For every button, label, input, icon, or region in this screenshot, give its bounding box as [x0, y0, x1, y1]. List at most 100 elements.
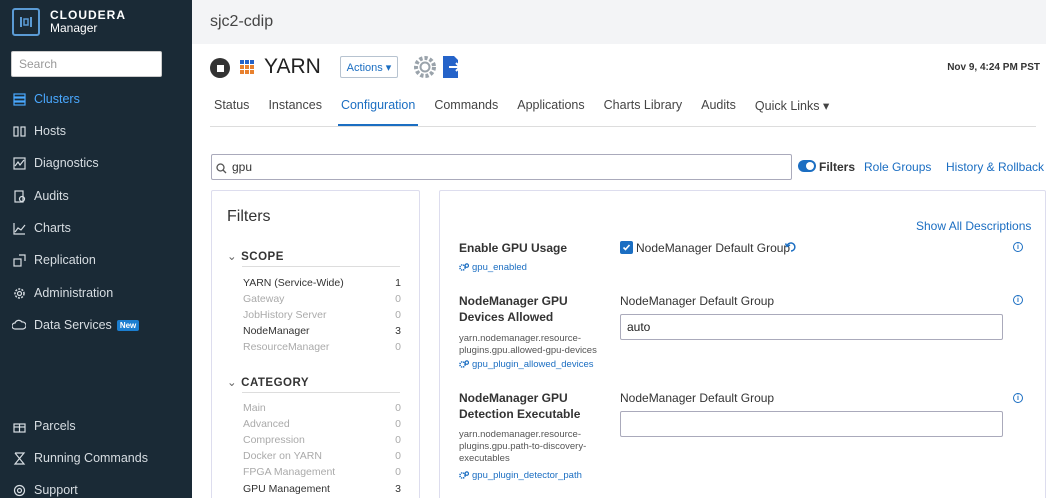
filter-item[interactable]: Compression 0	[243, 434, 401, 446]
filter-item-count: 0	[395, 309, 401, 321]
filter-item-label: YARN (Service-Wide)	[243, 277, 344, 289]
brand-line2: Manager	[50, 21, 98, 35]
tab-configuration[interactable]: Configuration	[337, 98, 419, 126]
filter-item[interactable]: FPGA Management 0	[243, 466, 401, 478]
cloud-icon	[12, 318, 26, 332]
filter-item-count: 0	[395, 341, 401, 353]
filter-item-count: 0	[395, 418, 401, 430]
sidebar-item-audits[interactable]: Audits	[0, 184, 192, 208]
history-rollback-link[interactable]: History & Rollback	[946, 160, 1044, 174]
config-search-input[interactable]: gpu	[211, 154, 792, 180]
sidebar-item-label: Clusters	[34, 92, 80, 106]
filter-item[interactable]: Main 0	[243, 402, 401, 414]
info-icon[interactable]: i	[1013, 242, 1023, 252]
hourglass-icon	[12, 451, 26, 465]
cluster-name[interactable]: sjc2-cdip	[210, 13, 273, 31]
cloudera-logo-icon	[12, 8, 40, 36]
undo-icon[interactable]	[784, 240, 797, 258]
sidebar-item-hosts[interactable]: Hosts	[0, 119, 192, 143]
filter-item-label: FPGA Management	[243, 466, 336, 478]
sidebar-item-data-services[interactable]: Data Services New	[0, 313, 192, 337]
filter-item-count: 0	[395, 402, 401, 414]
gears-icon	[459, 471, 469, 479]
cloudera-logo[interactable]: CLOUDERA Manager	[12, 8, 126, 36]
service-title: YARN	[264, 55, 321, 78]
role-groups-link[interactable]: Role Groups	[864, 160, 931, 174]
filter-item-label: Advanced	[243, 418, 290, 430]
filters-toggle[interactable]	[798, 160, 816, 172]
support-icon	[12, 483, 26, 497]
sidebar-item-label: Administration	[34, 286, 114, 300]
config-gear-icon[interactable]	[412, 54, 438, 85]
tab-charts-library[interactable]: Charts Library	[604, 98, 683, 126]
filter-item[interactable]: NodeManager 3	[243, 325, 401, 337]
filter-item[interactable]: ResourceManager 0	[243, 341, 401, 353]
category-section-header[interactable]: ⌄ CATEGORY	[227, 375, 309, 389]
sidebar-item-charts[interactable]: Charts	[0, 216, 192, 240]
filter-item-count: 0	[395, 466, 401, 478]
filter-item[interactable]: Docker on YARN 0	[243, 450, 401, 462]
chevron-down-icon: ⌄	[227, 377, 238, 389]
category-label: CATEGORY	[241, 377, 310, 389]
sidebar-item-label: Support	[34, 483, 78, 497]
gpu-devices-input[interactable]	[620, 314, 1003, 340]
config-key-link[interactable]: gpu_plugin_allowed_devices	[459, 359, 593, 370]
export-icon[interactable]	[440, 54, 464, 85]
scope-divider	[242, 266, 400, 267]
sidebar-item-replication[interactable]: Replication	[0, 248, 192, 272]
tab-commands[interactable]: Commands	[434, 98, 498, 126]
filter-item[interactable]: Advanced 0	[243, 418, 401, 430]
tab-instances[interactable]: Instances	[268, 98, 322, 126]
sidebar-search-input[interactable]	[11, 51, 162, 77]
sidebar-item-label: Data Services	[34, 318, 112, 332]
filter-item-label: JobHistory Server	[243, 309, 327, 321]
config-title-gpu-detection: NodeManager GPU Detection Executable	[459, 391, 581, 421]
sidebar-item-clusters[interactable]: Clusters	[0, 87, 192, 111]
filters-title: Filters	[227, 208, 271, 225]
sidebar-item-label: Audits	[34, 189, 69, 203]
filter-item-label: Main	[243, 402, 266, 414]
show-all-descriptions-link[interactable]: Show All Descriptions	[916, 219, 1031, 233]
sidebar-item-administration[interactable]: Administration	[0, 281, 192, 305]
replication-icon	[12, 253, 26, 267]
charts-icon	[12, 221, 26, 235]
enable-gpu-checkbox[interactable]	[620, 241, 633, 254]
sidebar-item-running-commands[interactable]: Running Commands	[0, 446, 192, 470]
check-icon	[622, 244, 631, 251]
info-icon[interactable]: i	[1013, 295, 1023, 305]
actions-button[interactable]: Actions ▾	[340, 56, 398, 78]
service-tabs: Status Instances Configuration Commands …	[214, 98, 848, 126]
tab-status[interactable]: Status	[214, 98, 249, 126]
tab-quick-links[interactable]: Quick Links ▾	[755, 98, 829, 126]
filter-item-label: GPU Management	[243, 483, 330, 495]
gift-icon	[12, 419, 26, 433]
gpu-detection-input[interactable]	[620, 411, 1003, 437]
role-group-label: NodeManager Default Group	[620, 391, 775, 405]
tab-applications[interactable]: Applications	[517, 98, 584, 126]
info-icon[interactable]: i	[1013, 393, 1023, 403]
hosts-icon	[12, 124, 26, 138]
filter-item[interactable]: Gateway 0	[243, 293, 401, 305]
filter-item-label: Gateway	[243, 293, 285, 305]
tab-audits[interactable]: Audits	[701, 98, 736, 126]
filter-item[interactable]: YARN (Service-Wide) 1	[243, 277, 401, 289]
scope-section-header[interactable]: ⌄ SCOPE	[227, 249, 284, 263]
sidebar-item-label: Charts	[34, 221, 71, 235]
tab-divider	[210, 126, 1036, 127]
audits-icon	[12, 189, 26, 203]
filter-item-count: 0	[395, 434, 401, 446]
sidebar-item-support[interactable]: Support	[0, 478, 192, 498]
config-key-link[interactable]: gpu_plugin_detector_path	[459, 470, 582, 481]
gear-icon	[12, 286, 26, 300]
config-property-name: yarn.nodemanager.resource-plugins.gpu.pa…	[459, 429, 587, 464]
sidebar-item-label: Replication	[34, 253, 96, 267]
role-group-label: NodeManager Default Group	[620, 294, 775, 308]
filter-item-label: ResourceManager	[243, 341, 330, 353]
sidebar-item-diagnostics[interactable]: Diagnostics	[0, 151, 192, 175]
config-key-text: gpu_plugin_detector_path	[472, 470, 582, 481]
filter-item[interactable]: GPU Management 3	[243, 483, 401, 495]
config-key-link[interactable]: gpu_enabled	[459, 262, 527, 273]
sidebar-item-parcels[interactable]: Parcels	[0, 414, 192, 438]
role-group-label: NodeManager Default Group	[636, 241, 791, 255]
filter-item[interactable]: JobHistory Server 0	[243, 309, 401, 321]
